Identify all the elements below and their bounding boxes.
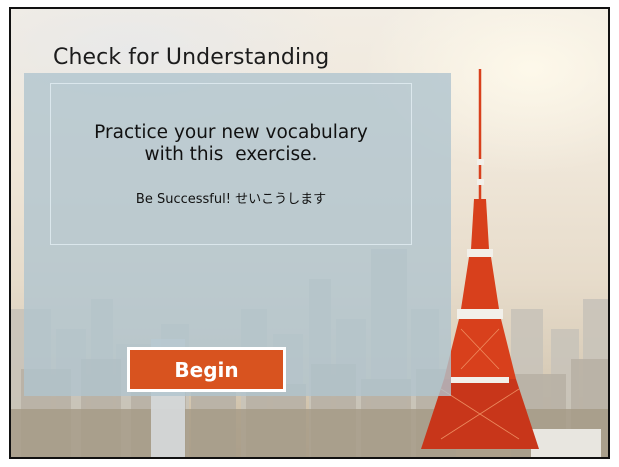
- instruction-text: Practice your new vocabulary with this e…: [51, 122, 411, 166]
- encouragement-text: Be Successful! せいこうします: [135, 192, 327, 207]
- instruction-line-2: with this exercise.: [144, 144, 318, 165]
- slide-frame: Check for Understanding Practice your ne…: [9, 7, 610, 459]
- content-panel: Practice your new vocabulary with this e…: [24, 73, 451, 396]
- instruction-box: Practice your new vocabulary with this e…: [50, 83, 412, 245]
- begin-button[interactable]: Begin: [127, 347, 286, 392]
- page-title: Check for Understanding: [53, 45, 330, 70]
- instruction-line-1: Practice your new vocabulary: [94, 122, 368, 143]
